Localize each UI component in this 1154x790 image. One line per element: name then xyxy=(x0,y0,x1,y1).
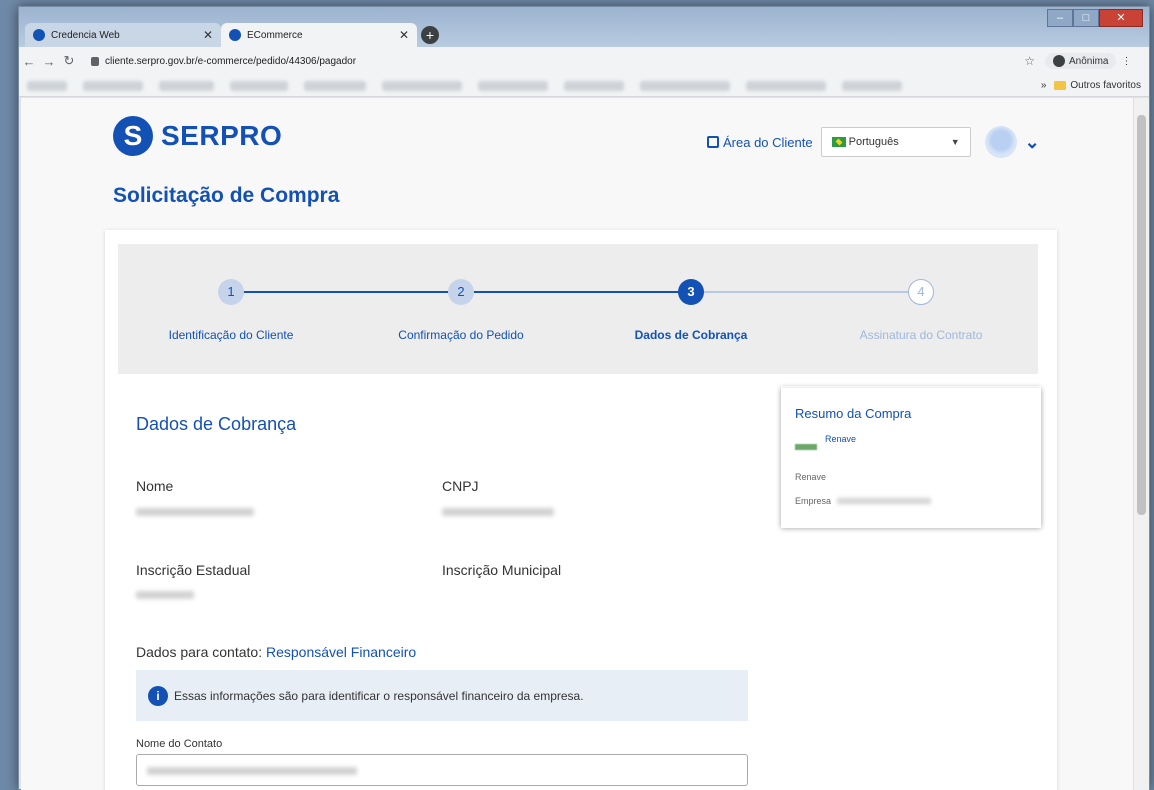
bookmark-item[interactable] xyxy=(159,80,214,91)
contact-section-title: Dados para contato: Responsável Financei… xyxy=(136,644,416,660)
page-viewport: SERPRO Área do Cliente Português ▼ ⌄ Sol… xyxy=(21,98,1133,790)
contact-name-value-redacted xyxy=(147,767,357,775)
info-text: Essas informações são para identificar o… xyxy=(174,688,584,703)
name-value-redacted xyxy=(136,508,254,516)
close-tab-icon[interactable]: ✕ xyxy=(399,28,409,42)
close-window-icon[interactable]: ✕ xyxy=(1099,9,1143,27)
back-arrow-icon[interactable]: ← xyxy=(19,54,39,69)
step-connector xyxy=(691,291,924,293)
title-bar: Credencia Web ✕ ECommerce ✕ + – □ ✕ xyxy=(19,7,1149,47)
bookmark-item[interactable] xyxy=(842,80,902,91)
step-4-circle[interactable]: 4 xyxy=(908,279,934,305)
tab-credencia-web[interactable]: Credencia Web ✕ xyxy=(25,23,221,47)
language-value: Português xyxy=(848,136,899,148)
renave-logo-icon xyxy=(795,444,817,450)
forward-arrow-icon[interactable]: → xyxy=(39,54,59,69)
bookmark-item[interactable] xyxy=(83,80,143,91)
page-scrollbar[interactable] xyxy=(1133,98,1149,790)
minimize-icon[interactable]: – xyxy=(1047,9,1073,27)
bookmark-item[interactable] xyxy=(564,80,624,91)
new-tab-button[interactable]: + xyxy=(421,26,439,44)
contact-name-label: Nome do Contato xyxy=(136,738,223,750)
step-2-circle[interactable]: 2 xyxy=(448,279,474,305)
tab-ecommerce[interactable]: ECommerce ✕ xyxy=(221,23,417,47)
bookmark-item[interactable] xyxy=(640,80,730,91)
cnpj-value-redacted xyxy=(442,508,554,516)
purchase-summary-card: Resumo da Compra Renave Renave Empresa xyxy=(781,388,1041,528)
name-label: Nome xyxy=(136,478,174,494)
info-alert: i Essas informações são para identificar… xyxy=(136,670,748,721)
step-4-label: Assinatura do Contrato xyxy=(859,328,983,342)
step-3-label: Dados de Cobrança xyxy=(634,328,748,342)
stepper: 1 2 3 4 Identificação do Cliente Confirm… xyxy=(118,244,1038,374)
bookmark-item[interactable] xyxy=(382,80,462,91)
client-area-label: Área do Cliente xyxy=(723,134,813,150)
lock-icon xyxy=(91,56,99,66)
step-1-label: Identificação do Cliente xyxy=(168,328,294,342)
browser-menu-icon[interactable]: ⋮ xyxy=(1116,56,1136,67)
bookmarks-bar: » Outros favoritos xyxy=(19,75,1149,97)
bookmarks-right: » Outros favoritos xyxy=(1041,80,1149,91)
summary-company-label: Empresa xyxy=(795,496,832,506)
billing-section-title: Dados de Cobrança xyxy=(136,414,297,434)
tab-label: ECommerce xyxy=(247,29,303,41)
bookmark-item[interactable] xyxy=(27,80,67,91)
bookmark-item[interactable] xyxy=(478,80,548,91)
other-bookmarks-link[interactable]: Outros favoritos xyxy=(1070,80,1141,91)
bookmark-item[interactable] xyxy=(230,80,288,91)
header-actions: Área do Cliente Português ▼ ⌄ xyxy=(707,126,1040,158)
serpro-logo[interactable]: SERPRO xyxy=(113,116,282,156)
url-text: cliente.serpro.gov.br/e-commerce/pedido/… xyxy=(105,55,357,67)
step-2-label: Confirmação do Pedido xyxy=(398,328,524,342)
contact-prefix: Dados para contato: xyxy=(136,644,263,660)
incognito-icon xyxy=(1053,55,1065,67)
company-value-redacted xyxy=(837,498,931,504)
dropdown-caret-icon: ▼ xyxy=(950,137,960,147)
state-registration-label: Inscrição Estadual xyxy=(136,562,251,578)
info-icon: i xyxy=(148,685,168,706)
incognito-badge[interactable]: Anônima xyxy=(1045,53,1117,69)
serpro-favicon-icon xyxy=(229,29,241,41)
reload-icon[interactable]: ↻ xyxy=(59,53,79,69)
bookmark-item[interactable] xyxy=(304,80,366,91)
step-1-circle[interactable]: 1 xyxy=(218,279,244,305)
contact-name-input[interactable] xyxy=(136,754,748,786)
window-controls: – □ ✕ xyxy=(1047,9,1143,27)
step-connector xyxy=(231,291,464,293)
chevron-down-icon[interactable]: ⌄ xyxy=(1025,132,1040,153)
summary-title: Resumo da Compra xyxy=(795,406,912,421)
bookmark-item[interactable] xyxy=(746,80,826,91)
page-title: Solicitação de Compra xyxy=(113,184,340,207)
summary-product-name: Renave xyxy=(795,472,827,482)
maximize-icon[interactable]: □ xyxy=(1073,9,1099,27)
folder-icon xyxy=(1054,81,1067,90)
browser-toolbar: ← → ↻ cliente.serpro.gov.br/e-commerce/p… xyxy=(19,47,1149,75)
logo-text: SERPRO xyxy=(161,120,283,151)
serpro-favicon-icon xyxy=(33,29,45,41)
tab-label: Credencia Web xyxy=(51,29,120,41)
contact-highlight: Responsável Financeiro xyxy=(265,644,417,660)
avatar[interactable] xyxy=(984,126,1017,158)
step-3-circle[interactable]: 3 xyxy=(678,279,704,305)
summary-product-link[interactable]: Renave xyxy=(825,434,856,444)
bookmark-star-icon[interactable]: ☆ xyxy=(1024,54,1035,68)
scrollbar-thumb[interactable] xyxy=(1137,115,1146,515)
incognito-label: Anônima xyxy=(1069,55,1109,67)
serpro-logo-icon xyxy=(113,116,153,156)
bookmarks-overflow-icon[interactable]: » xyxy=(1041,80,1047,91)
close-tab-icon[interactable]: ✕ xyxy=(203,28,213,42)
browser-window: Credencia Web ✕ ECommerce ✕ + – □ ✕ ← → … xyxy=(18,6,1150,790)
brazil-flag-icon xyxy=(831,137,846,147)
step-connector xyxy=(461,291,694,293)
external-link-icon xyxy=(707,136,719,148)
client-area-link[interactable]: Área do Cliente xyxy=(707,135,813,150)
address-bar[interactable]: cliente.serpro.gov.br/e-commerce/pedido/… xyxy=(85,50,1045,72)
municipal-registration-label: Inscrição Municipal xyxy=(442,562,562,578)
cnpj-label: CNPJ xyxy=(442,478,479,494)
state-registration-value-redacted xyxy=(136,591,194,599)
language-select[interactable]: Português ▼ xyxy=(820,127,971,157)
